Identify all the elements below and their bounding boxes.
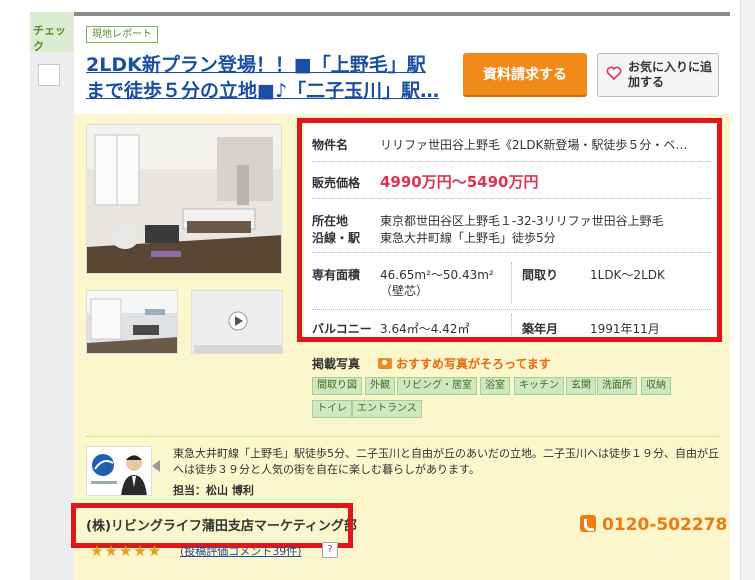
- listing-title-link[interactable]: 2LDK新プラン登場！！■「上野毛」駅まで徒歩５分の立地■♪「二子玉川」駅…: [86, 52, 444, 104]
- photo-tag: エントランス: [352, 400, 422, 418]
- photo-tag: 外観: [365, 377, 395, 395]
- phone-number-text: 0120-502278: [602, 515, 728, 535]
- camera-icon: [378, 358, 392, 369]
- add-favorite-button[interactable]: お気に入りに追加する: [597, 53, 719, 97]
- thumbnail-photo[interactable]: [86, 290, 178, 354]
- photo-tag: 浴室: [480, 377, 510, 395]
- scrollbar[interactable]: [740, 0, 755, 580]
- check-column: チェック: [30, 12, 74, 580]
- photo-tag: 洗面所: [597, 377, 637, 395]
- help-icon[interactable]: ?: [322, 542, 338, 558]
- photos-note: おすすめ写真がそろってます: [378, 355, 551, 372]
- favorite-label: お気に入りに追加する: [628, 60, 713, 89]
- main-photo[interactable]: [86, 124, 282, 274]
- listing-description: 東急大井町線「上野毛」駅徒歩5分、二子玉川と自由が丘のあいだの立地。二子玉川へは…: [173, 447, 719, 476]
- photo-tag: リビング・居室: [397, 377, 477, 395]
- report-badge: 現地レポート: [86, 26, 158, 43]
- request-info-button[interactable]: 資料請求する: [463, 53, 587, 97]
- listing-card: チェック 現地レポート 2LDK新プラン登場！！■「上野毛」駅まで徒歩５分の立地…: [0, 0, 755, 580]
- speech-bubble-pointer: [152, 460, 160, 472]
- phone-number[interactable]: 0120-502278: [580, 515, 727, 535]
- photo-tag: トイレ: [312, 400, 352, 418]
- rating-stars: ★★★★★: [90, 542, 163, 560]
- check-label: チェック: [33, 24, 66, 53]
- heart-icon: [606, 65, 622, 85]
- agent-photo: [86, 446, 152, 496]
- highlight-frame: [297, 118, 722, 342]
- top-divider: [74, 12, 730, 16]
- photos-note-text: おすすめ写真がそろってます: [396, 357, 551, 371]
- photo-tag: 玄関: [566, 377, 596, 395]
- photo-tag: 収納: [641, 377, 671, 395]
- review-link[interactable]: (投稿評価コメント39件): [180, 543, 302, 559]
- video-thumbnail[interactable]: [191, 290, 283, 354]
- section-divider: [86, 436, 720, 437]
- phone-icon: [580, 515, 596, 532]
- compare-checkbox[interactable]: [38, 64, 60, 86]
- check-tab: チェック: [30, 12, 74, 53]
- agent-name: 担当：松山 博利: [173, 484, 254, 497]
- photos-label: 掲載写真: [312, 357, 361, 371]
- photo-tag: キッチン: [514, 377, 564, 395]
- photo-tag: 間取り図: [312, 377, 362, 395]
